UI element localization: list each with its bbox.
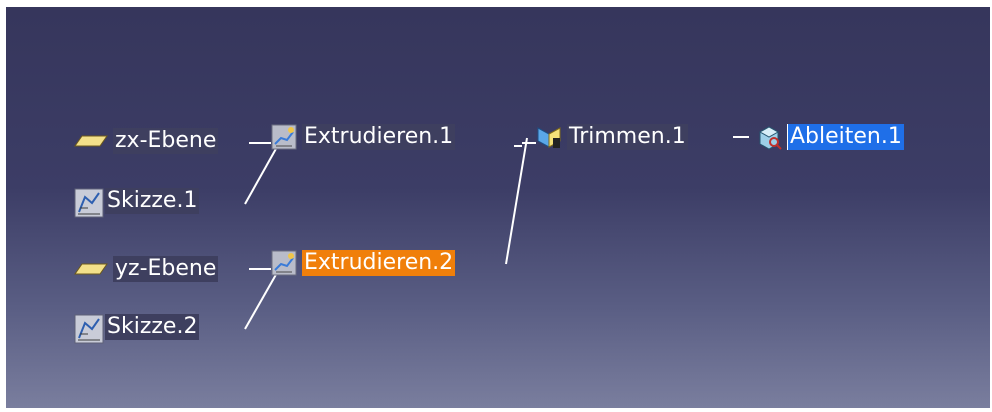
sketch-icon [74, 188, 104, 218]
plane-icon [74, 262, 108, 276]
trim-icon [536, 124, 562, 150]
tree-label-extrude-2[interactable]: Extrudieren.2 [302, 250, 456, 276]
tree-label-trim-1[interactable]: Trimmen.1 [567, 124, 688, 150]
link-extrude2-trim [505, 137, 528, 265]
tree-node-extrude-1[interactable]: Extrudieren.1 [271, 124, 456, 150]
tree-node-yz-plane[interactable]: yz-Ebene [74, 256, 219, 282]
tree-label-derive-1[interactable]: Ableiten.1 [787, 124, 904, 150]
tree-label-yz-plane[interactable]: yz-Ebene [113, 256, 219, 282]
tree-node-extrude-2[interactable]: Extrudieren.2 [271, 250, 456, 276]
tree-label-sketch-1[interactable]: Skizze.1 [105, 188, 200, 214]
tree-node-trim-1[interactable]: Trimmen.1 [536, 124, 688, 150]
sketch-icon [74, 314, 104, 344]
derive-icon [756, 124, 782, 150]
extrude-icon [271, 250, 297, 276]
tree-node-zx-plane[interactable]: zx-Ebene [74, 128, 219, 154]
tree-label-zx-plane[interactable]: zx-Ebene [113, 128, 219, 154]
extrude-icon [271, 124, 297, 150]
tree-node-derive-1[interactable]: Ableiten.1 [756, 124, 904, 150]
tree-label-sketch-2[interactable]: Skizze.2 [105, 314, 200, 340]
tree-label-extrude-1[interactable]: Extrudieren.1 [302, 124, 456, 150]
tree-node-sketch-1[interactable]: Skizze.1 [74, 188, 200, 218]
specification-tree-canvas: zx-Ebene Extrudieren.1 Trimmen.1 Ableite… [6, 7, 990, 408]
plane-icon [74, 134, 108, 148]
tree-node-sketch-2[interactable]: Skizze.2 [74, 314, 200, 344]
